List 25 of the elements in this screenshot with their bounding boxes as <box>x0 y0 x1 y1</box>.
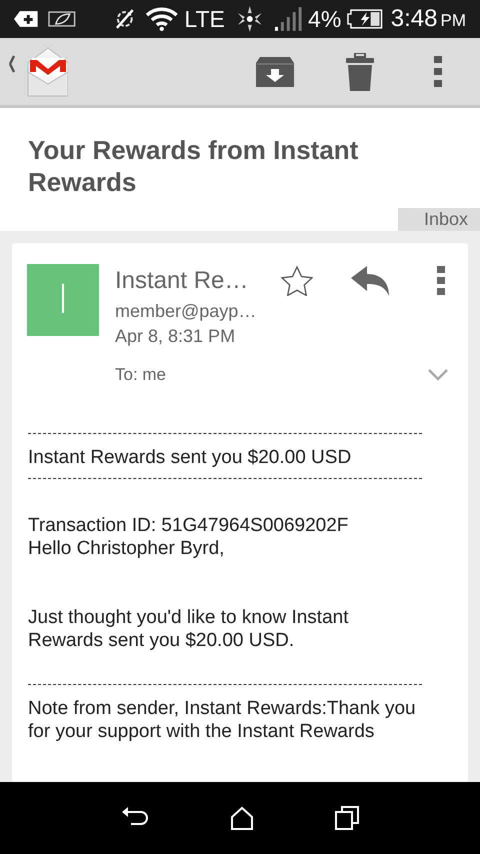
sender-avatar: I <box>27 264 99 336</box>
message-menu-button[interactable] <box>434 264 448 298</box>
network-type: LTE <box>184 8 225 30</box>
body-text: Instant Rewards sent you $20.00 USD <box>28 446 352 469</box>
health-icon <box>14 9 40 29</box>
star-button[interactable] <box>280 264 314 298</box>
wifi-icon <box>144 6 178 32</box>
inbox-label[interactable]: Inbox <box>398 208 480 231</box>
leaf-battery-icon <box>48 9 78 29</box>
body-text: Transaction ID: 51G47964S0069202F <box>28 514 350 537</box>
body-text: Hello Christopher Byrd, <box>28 537 226 560</box>
email-subject: Your Rewards from Instant Rewards <box>27 134 360 198</box>
recipients: To: me <box>115 364 166 386</box>
battery-percent: 4% <box>308 8 342 30</box>
sender-name: Instant Re… <box>115 266 248 296</box>
reply-button[interactable] <box>350 264 390 298</box>
clock: 3:48 PM <box>390 7 466 31</box>
body-text: Just thought you'd like to know Instant Rewards sent you $20.00 USD. <box>28 606 350 652</box>
sender-email: member@payp… <box>115 300 258 323</box>
message-date: Apr 8, 8:31 PM <box>115 325 236 348</box>
home-icon[interactable] <box>230 806 254 830</box>
battery-charging-icon <box>347 8 383 30</box>
body-text: Note from sender, Instant Rewards:Thank you for your support with the Instant Rewards <box>28 697 417 743</box>
recent-apps-icon[interactable] <box>335 806 360 830</box>
signal-icon <box>274 6 302 32</box>
